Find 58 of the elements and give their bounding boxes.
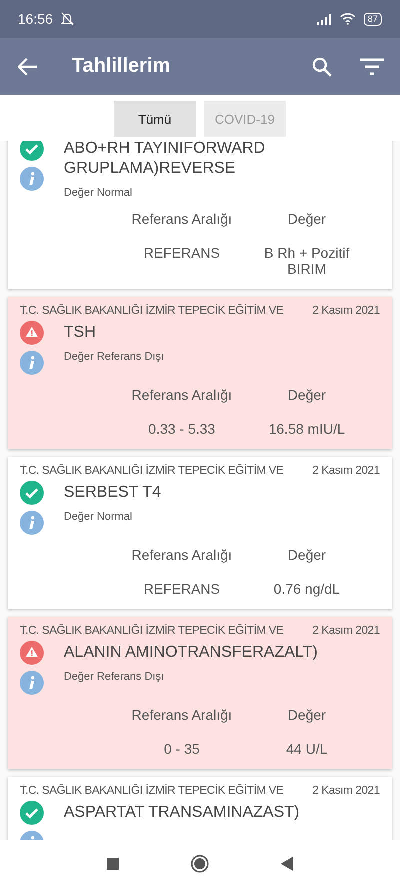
result-status: Değer Normal — [64, 187, 134, 199]
result-status: Değer Referans Dışı — [64, 671, 166, 683]
result-date: 2 Kasım 2021 — [312, 785, 380, 797]
info-icon[interactable] — [20, 167, 44, 191]
signal-icon — [316, 14, 332, 24]
clock: 16:56 — [18, 11, 54, 27]
info-icon[interactable] — [20, 351, 44, 375]
check-icon — [20, 801, 44, 825]
column-header: Referans Aralığı — [130, 387, 234, 403]
result-value: 0.76 ng/dL — [272, 581, 342, 597]
result-date: 2 Kasım 2021 — [312, 625, 380, 637]
bell-off-icon — [61, 12, 74, 26]
result-date: 2 Kasım 2021 — [312, 305, 380, 317]
test-name: ALANIN AMINOTRANSFERAZALT) — [64, 643, 319, 663]
check-icon — [20, 481, 44, 505]
test-name: TSH — [64, 323, 97, 343]
column-header: Değer — [286, 547, 328, 563]
reference-range: REFERANS — [142, 581, 222, 597]
info-icon[interactable] — [20, 511, 44, 535]
search-icon[interactable] — [312, 56, 332, 76]
result-card[interactable]: T.C. SAĞLIK BAKANLIĞI İZMİR TEPECİK EĞİTİM VE 2 Kasım 2021 ALANIN AMINOTRANSFERAZALT) Değer Referans Dışı Referans Aralığı Değer 0 - 35 44 U/L — [8, 617, 392, 769]
home-icon[interactable] — [191, 855, 209, 873]
result-status: Değer Referans Dışı — [64, 351, 166, 363]
column-header: Referans Aralığı — [130, 547, 234, 563]
result-value: B Rh + Pozitif BIRIM — [263, 245, 351, 277]
institution-name: T.C. SAĞLIK BAKANLIĞI İZMİR TEPECİK EĞİTİM VE — [20, 785, 284, 797]
result-card[interactable]: T.C. SAĞLIK BAKANLIĞI İZMİR TEPECİK EĞİTİM VE 2 Kasım 2021 SERBEST T4 Değer Normal Referans Aralığı Değer REFERANS 0.76 ng/dL — [8, 457, 392, 609]
column-header: Değer — [286, 707, 328, 723]
institution-name: T.C. SAĞLIK BAKANLIĞI İZMİR TEPECİK EĞİTİM VE — [20, 625, 284, 637]
test-name: SERBEST T4 — [64, 483, 162, 503]
result-card[interactable]: T.C. SAĞLIK BAKANLIĞI İZMİR TEPECİK EĞİTİM VE 2 Kasım 2021 TSH Değer Referans Dışı Referans Aralığı Değer 0.33 - 5.33 16.58 mIU/L — [8, 297, 392, 449]
test-name: ASPARTAT TRANSAMINAZAST) — [64, 803, 301, 823]
reference-range: 0.33 - 5.33 — [148, 421, 216, 437]
result-value: 44 U/L — [285, 741, 329, 757]
info-icon[interactable] — [20, 671, 44, 695]
reference-range: 0 - 35 — [163, 741, 201, 757]
battery-level: 87 — [364, 12, 382, 26]
filter-icon[interactable] — [360, 58, 384, 76]
column-header: Değer — [286, 387, 328, 403]
institution-name: T.C. SAĞLIK BAKANLIĞI İZMİR TEPECİK EĞİTİM VE — [20, 305, 284, 317]
result-status: Değer Normal — [64, 511, 134, 523]
result-value: 16.58 mIU/L — [268, 421, 346, 437]
reference-range: REFERANS — [142, 245, 222, 263]
warning-icon — [20, 641, 44, 665]
result-date: 2 Kasım 2021 — [312, 465, 380, 477]
institution-name: T.C. SAĞLIK BAKANLIĞI İZMİR TEPECİK EĞİTİM VE — [20, 465, 284, 477]
filter-tab[interactable]: Tümü — [114, 101, 196, 137]
result-card[interactable]: T.C. SAĞLIK BAKANLIĞI İZMİR TEPECİK EĞİTİM VE 2 Kasım 2021 ASPARTAT TRANSAMINAZAST) — [8, 777, 392, 840]
test-name: ABO+RH TAYINIFORWARD GRUPLAMA)REVERSE — [64, 141, 266, 179]
result-card[interactable]: ABO+RH TAYINIFORWARD GRUPLAMA)REVERSE Değer Normal Referans Aralığı Değer REFERANS B Rh + Pozitif BIRIM — [8, 141, 392, 289]
back-icon[interactable] — [281, 857, 293, 871]
back-arrow-icon[interactable] — [18, 58, 38, 76]
warning-icon — [20, 321, 44, 345]
column-header: Değer — [286, 211, 328, 227]
screen-title: Tahlillerim — [72, 55, 172, 78]
column-header: Referans Aralığı — [130, 707, 234, 723]
wifi-icon — [340, 13, 356, 25]
column-header: Referans Aralığı — [130, 211, 234, 227]
